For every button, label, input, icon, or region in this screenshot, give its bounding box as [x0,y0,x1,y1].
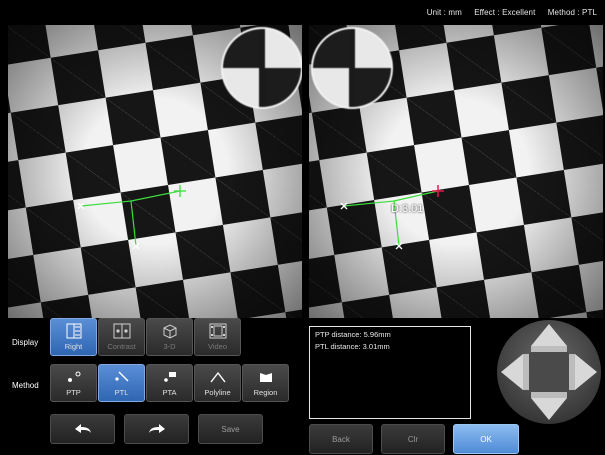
unit-status: Unit : mm [426,8,462,17]
right-view-icon [66,319,82,342]
method-label: Method [12,381,39,390]
dpad-up-arrow-icon[interactable] [531,324,567,346]
distance-overlay-label: D:3.01 [391,203,424,215]
display-3d-button[interactable]: 3-D [146,318,193,356]
display-right-button[interactable]: Right [50,318,97,356]
effect-status: Effect : Excellent [474,8,536,17]
left-point-marker [77,202,140,250]
redo-button[interactable] [124,414,189,444]
results-panel: PTP distance: 5.96mm PTL distance: 3.01m… [309,326,471,419]
display-video-button[interactable]: Video [194,318,241,356]
method-ptl-button[interactable]: PTL [98,364,145,402]
save-label: Save [221,424,240,434]
ptp-icon [66,365,82,388]
method-region-label: Region [253,388,278,397]
back-button[interactable]: Back [309,424,373,454]
display-contrast-button[interactable]: Contrast [98,318,145,356]
polyline-icon [209,365,227,388]
dpad-center [529,352,569,392]
dpad-left-arrow-icon[interactable] [501,354,523,390]
left-measure-overlay [77,185,186,250]
status-bar: Unit : mm Effect : Excellent Method : PT… [417,8,597,17]
ptp-distance-text: PTP distance: 5.96mm [315,330,391,339]
method-ptp-button[interactable]: PTP [50,364,97,402]
undo-button[interactable] [50,414,115,444]
method-status: Method : PTL [547,8,597,17]
directional-pad [497,320,601,424]
clr-label: Clr [407,434,419,444]
clear-button[interactable]: Clr [381,424,445,454]
method-polyline-button[interactable]: Polyline [194,364,241,402]
right-camera-view[interactable]: D:3.01 [309,25,603,318]
region-icon [258,365,274,388]
ptl-icon [114,365,130,388]
ok-label: OK [480,434,492,444]
method-ptp-label: PTP [66,388,81,397]
dpad-right-arrow-icon[interactable] [575,354,597,390]
ok-button[interactable]: OK [453,424,519,454]
left-cursor-marker [174,185,186,197]
display-right-label: Right [64,342,83,351]
pta-icon [162,365,178,388]
method-pta-label: PTA [162,388,177,397]
ptl-distance-text: PTL distance: 3.01mm [315,342,390,351]
display-video-label: Video [207,342,228,351]
method-pta-button[interactable]: PTA [146,364,193,402]
undo-arrow-icon [74,424,91,433]
method-polyline-label: Polyline [204,388,231,397]
cube-3d-icon [161,319,179,342]
right-measure-overlay [340,185,444,250]
display-3d-label: 3-D [163,342,176,351]
dpad-down-arrow-icon[interactable] [531,398,567,420]
contrast-icon [113,319,131,342]
method-region-button[interactable]: Region [242,364,289,402]
back-label: Back [332,434,350,444]
display-contrast-label: Contrast [107,342,136,351]
right-cursor-marker [432,185,444,197]
redo-arrow-icon [148,424,165,433]
save-button[interactable]: Save [198,414,263,444]
left-camera-view[interactable] [8,25,302,318]
method-ptl-label: PTL [114,388,129,397]
display-label: Display [12,338,39,347]
film-icon [209,319,227,342]
